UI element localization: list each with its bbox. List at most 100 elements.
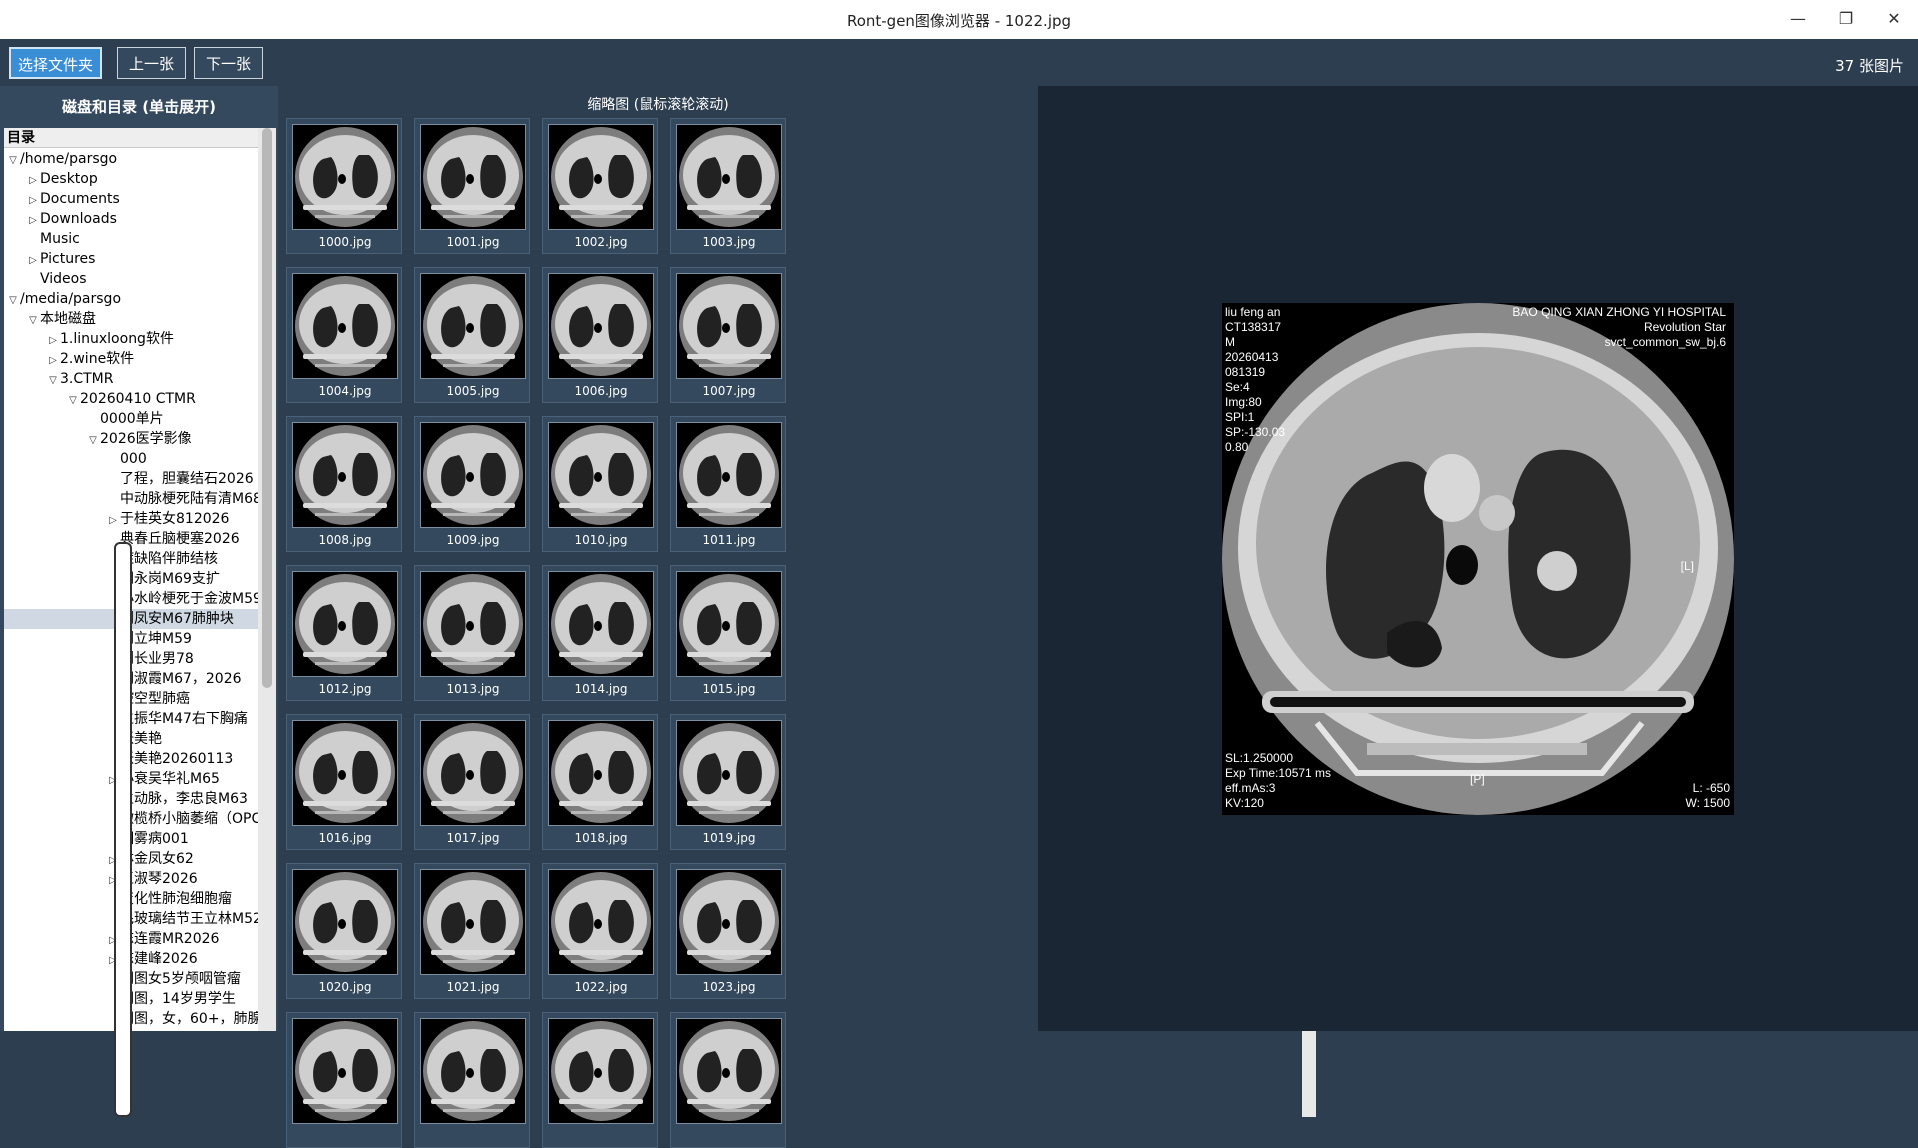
thumbnail-item[interactable]: 1009.jpg (414, 416, 530, 552)
thumbnail-image[interactable] (676, 869, 782, 975)
thumbnail-image[interactable] (676, 720, 782, 826)
thumbnail-item[interactable]: 1010.jpg (542, 416, 658, 552)
prev-button[interactable]: 上一张 (117, 47, 186, 79)
thumbnail-item[interactable]: 1000.jpg (286, 118, 402, 254)
thumbnail-image[interactable] (548, 720, 654, 826)
thumbnail-item[interactable]: 1001.jpg (414, 118, 530, 254)
thumbnail-item[interactable]: 1017.jpg (414, 714, 530, 850)
ct-image-view[interactable]: liu feng an CT138317 M 20260413 081319 Se:4 Im… (1222, 303, 1734, 815)
orientation-marker-left: [L] (1680, 559, 1694, 573)
collapsed-arrow-icon[interactable]: ▷ (26, 251, 40, 271)
tree-item[interactable]: ▽ 20260410 CTMR (4, 389, 258, 409)
tree-scrollbar-thumb[interactable] (262, 128, 272, 688)
thumbnail-image[interactable] (548, 1018, 654, 1124)
expanded-arrow-icon[interactable]: ▽ (6, 151, 20, 171)
tree-item[interactable]: ▷ 1.linuxloong软件 (4, 329, 258, 349)
tree-item[interactable]: ▷ Pictures (4, 249, 258, 269)
thumbnail-item[interactable]: 1007.jpg (670, 267, 786, 403)
thumbnail-image[interactable] (420, 124, 526, 230)
expanded-arrow-icon[interactable]: ▽ (26, 311, 40, 331)
minimize-icon[interactable]: — (1778, 6, 1818, 32)
thumbnail-image[interactable] (292, 869, 398, 975)
close-icon[interactable]: ✕ (1874, 6, 1914, 32)
thumbnail-item[interactable]: 1023.jpg (670, 863, 786, 999)
thumbnail-image[interactable] (292, 720, 398, 826)
thumbnail-image[interactable] (676, 422, 782, 528)
thumbnail-image[interactable] (548, 124, 654, 230)
collapsed-arrow-icon[interactable]: ▷ (26, 191, 40, 211)
tree-item[interactable]: 0000单片 (4, 409, 258, 429)
tree-item[interactable]: ▽ 本地磁盘 (4, 309, 258, 329)
thumbnail-image[interactable] (292, 273, 398, 379)
thumbnail-image[interactable] (548, 869, 654, 975)
thumbnail-item[interactable]: 1020.jpg (286, 863, 402, 999)
expanded-arrow-icon[interactable]: ▽ (6, 291, 20, 311)
collapsed-arrow-icon[interactable]: ▷ (46, 351, 60, 371)
thumbnail-image[interactable] (292, 571, 398, 677)
choose-folder-button[interactable]: 选择文件夹 (9, 47, 102, 79)
thumbnail-image[interactable] (292, 422, 398, 528)
tree-item[interactable]: ▷ Documents (4, 189, 258, 209)
thumbnail-image[interactable] (292, 124, 398, 230)
thumbnail-item[interactable]: 1004.jpg (286, 267, 402, 403)
tree-item[interactable]: 了程，胆囊结石2026 (4, 469, 258, 489)
thumbnail-item[interactable]: 1006.jpg (542, 267, 658, 403)
overlay-bottom-right: L: -650 W: 1500 (1686, 781, 1730, 811)
thumbnail-item[interactable]: 1005.jpg (414, 267, 530, 403)
thumbnail-image[interactable] (420, 720, 526, 826)
thumbnail-image[interactable] (676, 571, 782, 677)
thumbnail-item[interactable]: 1012.jpg (286, 565, 402, 701)
thumbnail-item[interactable]: 1014.jpg (542, 565, 658, 701)
thumbnail-image[interactable] (420, 869, 526, 975)
tree-item[interactable]: ▷ 2.wine软件 (4, 349, 258, 369)
thumbnail-image[interactable] (676, 1018, 782, 1124)
expanded-arrow-icon[interactable]: ▽ (46, 371, 60, 391)
expanded-arrow-icon[interactable]: ▽ (86, 431, 100, 451)
tree-item[interactable]: Music (4, 229, 258, 249)
thumbnail-item[interactable]: 1003.jpg (670, 118, 786, 254)
thumbnail-item[interactable]: 1011.jpg (670, 416, 786, 552)
thumbnail-item[interactable]: 1022.jpg (542, 863, 658, 999)
collapsed-arrow-icon[interactable]: ▷ (46, 331, 60, 351)
thumbnail-image[interactable] (548, 422, 654, 528)
tree-item[interactable]: ▽ 3.CTMR (4, 369, 258, 389)
thumbnail-item[interactable]: 1021.jpg (414, 863, 530, 999)
tree-item[interactable]: ▽/media/parsgo (4, 289, 258, 309)
collapsed-arrow-icon[interactable]: ▷ (106, 511, 120, 531)
thumbnail-item[interactable]: 1018.jpg (542, 714, 658, 850)
thumbnail-item[interactable]: 1015.jpg (670, 565, 786, 701)
thumbnail-image[interactable] (420, 571, 526, 677)
thumbnail-image[interactable] (420, 422, 526, 528)
thumbnail-item[interactable]: 1016.jpg (286, 714, 402, 850)
thumbnail-item[interactable]: 1002.jpg (542, 118, 658, 254)
tree-item[interactable]: Videos (4, 269, 258, 289)
thumbnail-image[interactable] (676, 273, 782, 379)
tree-item[interactable]: ▷ Downloads (4, 209, 258, 229)
expanded-arrow-icon[interactable]: ▽ (66, 391, 80, 411)
restore-icon[interactable]: ❐ (1826, 6, 1866, 32)
tree-item[interactable]: ▽/home/parsgo (4, 149, 258, 169)
tree-item[interactable]: ▽ 2026医学影像 (4, 429, 258, 449)
tree-scrollbar[interactable] (258, 128, 276, 1031)
tree-item[interactable]: ▷ Desktop (4, 169, 258, 189)
collapsed-arrow-icon[interactable]: ▷ (26, 211, 40, 231)
next-button[interactable]: 下一张 (194, 47, 263, 79)
thumbnail-item[interactable] (670, 1012, 786, 1148)
thumbnail-image[interactable] (420, 273, 526, 379)
thumbnail-item[interactable] (542, 1012, 658, 1148)
thumbnail-item[interactable] (286, 1012, 402, 1148)
thumbnail-item[interactable] (414, 1012, 530, 1148)
thumbnail-item[interactable]: 1008.jpg (286, 416, 402, 552)
thumbnail-item[interactable]: 1019.jpg (670, 714, 786, 850)
tree-item[interactable]: 000 (4, 449, 258, 469)
tree-header[interactable]: 目录 (4, 128, 258, 148)
thumbnail-image[interactable] (292, 1018, 398, 1124)
thumbnail-image[interactable] (548, 273, 654, 379)
thumbnail-image[interactable] (548, 571, 654, 677)
tree-item[interactable]: 中动脉梗死陆有清M68 (4, 489, 258, 509)
thumbnail-image[interactable] (420, 1018, 526, 1124)
collapsed-arrow-icon[interactable]: ▷ (26, 171, 40, 191)
thumbnail-item[interactable]: 1013.jpg (414, 565, 530, 701)
tree-item[interactable]: ▷ 于桂英女812026 (4, 509, 258, 529)
thumbnail-image[interactable] (676, 124, 782, 230)
